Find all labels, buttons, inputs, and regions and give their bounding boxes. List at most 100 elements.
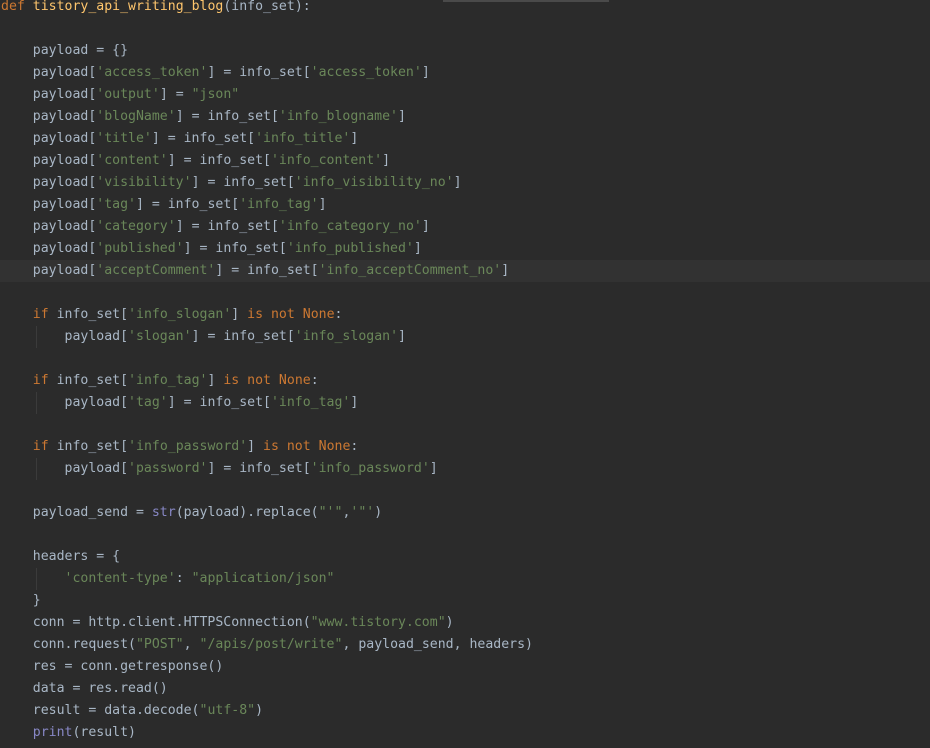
code-token: data = res.read() xyxy=(1,681,168,696)
code-token: 'output' xyxy=(96,87,160,102)
code-token: ] xyxy=(398,109,406,124)
code-line[interactable]: result = data.decode("utf-8") xyxy=(0,700,930,722)
code-token: is not None xyxy=(223,373,311,388)
code-line[interactable]: payload['visibility'] = info_set['info_v… xyxy=(0,172,930,194)
code-token: 'info_password' xyxy=(310,461,430,476)
code-token: 'info_visibility_no' xyxy=(294,175,454,190)
code-token: 'slogan' xyxy=(128,329,192,344)
code-line[interactable]: data = res.read() xyxy=(0,678,930,700)
code-line[interactable]: payload['slogan'] = info_set['info_sloga… xyxy=(0,326,930,348)
code-token: 'acceptComment' xyxy=(96,263,216,278)
code-line[interactable]: payload['password'] = info_set['info_pas… xyxy=(0,458,930,480)
code-line[interactable]: headers = { xyxy=(0,546,930,568)
code-token: ): xyxy=(294,0,311,14)
code-token: ] xyxy=(398,329,406,344)
code-token: if xyxy=(32,307,49,322)
code-line[interactable]: conn.request("POST", "/apis/post/write",… xyxy=(0,634,930,656)
code-token: "application/json" xyxy=(191,571,335,586)
code-token: 'info_acceptComment_no' xyxy=(318,263,502,278)
code-line[interactable]: if info_set['info_password'] is not None… xyxy=(0,436,930,458)
code-line[interactable] xyxy=(0,282,930,304)
code-token: 'info_content' xyxy=(270,153,383,168)
code-line-text: conn.request("POST", "/apis/post/write",… xyxy=(1,634,533,656)
code-line-text: payload['blogName'] = info_set['info_blo… xyxy=(1,106,406,128)
code-line[interactable] xyxy=(0,480,930,502)
code-line[interactable]: payload['blogName'] = info_set['info_blo… xyxy=(0,106,930,128)
code-token: 'tag' xyxy=(128,395,168,410)
code-token: headers = { xyxy=(1,549,121,564)
code-line[interactable]: res = conn.getresponse() xyxy=(0,656,930,678)
code-token: ) xyxy=(445,615,454,630)
code-token: payload[ xyxy=(1,153,97,168)
code-line-text: def tistory_api_writing_blog(info_set): xyxy=(1,0,311,18)
code-token: : xyxy=(334,307,343,322)
code-token: 'content' xyxy=(96,153,168,168)
code-token: ] xyxy=(429,461,438,476)
code-line-text: } xyxy=(1,590,41,612)
code-line[interactable]: if info_set['info_tag'] is not None: xyxy=(0,370,930,392)
code-line-text: data = res.read() xyxy=(1,678,168,700)
code-line[interactable] xyxy=(0,348,930,370)
code-line[interactable] xyxy=(0,18,930,40)
code-line-text: payload['tag'] = info_set['info_tag'] xyxy=(1,194,327,216)
code-token: info_set[ xyxy=(48,307,129,322)
code-token: "json" xyxy=(191,87,240,102)
code-token: ] xyxy=(350,131,359,146)
code-token: 'tag' xyxy=(96,197,136,212)
code-token: payload[ xyxy=(1,329,129,344)
code-line[interactable]: payload_send = str(payload).replace("'",… xyxy=(0,502,930,524)
code-token: : xyxy=(175,571,192,586)
code-line[interactable]: payload['output'] = "json" xyxy=(0,84,930,106)
code-token: ] = info_set[ xyxy=(207,65,311,80)
code-line-text: payload['output'] = "json" xyxy=(1,84,239,106)
code-line[interactable]: def tistory_api_writing_blog(info_set): xyxy=(0,0,930,18)
code-token: payload[ xyxy=(1,219,97,234)
code-token: payload[ xyxy=(1,197,97,212)
code-line[interactable]: payload['access_token'] = info_set['acce… xyxy=(0,62,930,84)
code-line[interactable]: print(result) xyxy=(0,722,930,744)
code-line[interactable]: payload['tag'] = info_set['info_tag'] xyxy=(0,194,930,216)
code-token: if xyxy=(32,373,49,388)
code-token: payload[ xyxy=(1,109,97,124)
code-line-text: payload = {} xyxy=(1,40,128,62)
code-line[interactable] xyxy=(0,524,930,546)
code-token: payload[ xyxy=(1,131,97,146)
code-token: 'info_password' xyxy=(128,439,248,454)
code-token: is not None xyxy=(247,307,335,322)
code-token: : xyxy=(350,439,359,454)
code-token: ] xyxy=(207,373,224,388)
code-token: if xyxy=(32,439,49,454)
code-line[interactable]: payload['title'] = info_set['info_title'… xyxy=(0,128,930,150)
code-editor[interactable]: def tistory_api_writing_blog(info_set): … xyxy=(0,0,930,748)
code-token: res = conn.getresponse() xyxy=(1,659,224,674)
code-token: (result) xyxy=(72,725,136,740)
code-line[interactable]: payload['tag'] = info_set['info_tag'] xyxy=(0,392,930,414)
code-line-text: if info_set['info_password'] is not None… xyxy=(1,436,359,458)
code-token: ) xyxy=(255,703,264,718)
code-token: 'info_published' xyxy=(286,241,414,256)
code-line[interactable]: conn = http.client.HTTPSConnection("www.… xyxy=(0,612,930,634)
code-line-text: payload['published'] = info_set['info_pu… xyxy=(1,238,422,260)
code-token: info_set[ xyxy=(48,439,129,454)
code-token: print xyxy=(32,725,73,740)
code-line[interactable] xyxy=(0,414,930,436)
code-line-text: payload_send = str(payload).replace("'",… xyxy=(1,502,382,524)
code-line[interactable]: payload = {} xyxy=(0,40,930,62)
code-line[interactable]: payload['acceptComment'] = info_set['inf… xyxy=(0,260,930,282)
code-token: ] xyxy=(453,175,462,190)
code-line[interactable]: 'content-type': "application/json" xyxy=(0,568,930,590)
code-token: "POST" xyxy=(135,637,184,652)
code-line[interactable]: payload['published'] = info_set['info_pu… xyxy=(0,238,930,260)
code-token: ] = info_set[ xyxy=(191,175,295,190)
code-token: 'info_tag' xyxy=(128,373,208,388)
code-line[interactable]: payload['content'] = info_set['info_cont… xyxy=(0,150,930,172)
code-line[interactable]: } xyxy=(0,590,930,612)
code-token: , xyxy=(183,637,200,652)
code-line[interactable]: if info_set['info_slogan'] is not None: xyxy=(0,304,930,326)
code-token: 'info_slogan' xyxy=(128,307,232,322)
code-line-text: payload['slogan'] = info_set['info_sloga… xyxy=(1,326,406,348)
code-line[interactable]: payload['category'] = info_set['info_cat… xyxy=(0,216,930,238)
